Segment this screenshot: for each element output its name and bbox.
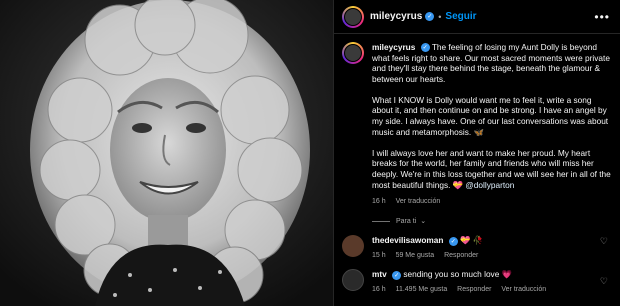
comment-likes[interactable]: 59 Me gusta [396, 252, 435, 259]
caption-paragraph-1: mileycyrus ✓ The feeling of losing my Au… [372, 42, 612, 84]
verified-badge-icon: ✓ [392, 270, 402, 280]
comment-likes[interactable]: 11.495 Me gusta [396, 286, 448, 293]
comment-time: 15 h [372, 252, 386, 260]
comment-item: thedevilisawoman ✓ 💝 🥀 15 h 59 Me gusta … [334, 235, 620, 259]
verified-badge-icon: ✓ [425, 12, 435, 21]
post-caption: mileycyrus ✓ The feeling of losing my Au… [334, 34, 620, 207]
author-username[interactable]: mileycyrus [370, 11, 422, 22]
comment-time: 16 h [372, 286, 386, 294]
instagram-post-view: mileycyrus ✓ • Seguir ••• mileycyrus ✓ T… [0, 0, 620, 306]
follow-button[interactable]: Seguir [445, 11, 476, 22]
comment-avatar[interactable] [342, 235, 364, 258]
verified-badge-icon: ✓ [448, 236, 458, 246]
caption-avatar[interactable] [342, 42, 364, 64]
caption-time: 16 h [372, 197, 386, 205]
author-avatar[interactable] [342, 5, 364, 28]
caption-paragraph-3: I will always love her and want to make … [372, 148, 612, 190]
like-heart-icon[interactable]: ♡ [600, 236, 608, 247]
caption-paragraph-2: What I KNOW is Dolly would want me to fe… [372, 94, 609, 137]
comments-filter-label[interactable]: Para ti [396, 218, 416, 225]
post-side-panel: mileycyrus ✓ • Seguir ••• mileycyrus ✓ T… [333, 0, 620, 306]
reply-button[interactable]: Responder [444, 252, 478, 259]
post-photo[interactable] [0, 0, 333, 306]
portrait-image [0, 0, 333, 306]
more-options-icon[interactable]: ••• [594, 10, 610, 24]
comment-username[interactable]: thedevilisawoman [372, 235, 443, 245]
comment-username[interactable]: mtv [372, 269, 387, 279]
chevron-down-icon[interactable]: ⌄ [420, 217, 426, 225]
mention-link[interactable]: @dollyparton [465, 180, 514, 190]
separator-dot: • [438, 11, 442, 22]
post-header: mileycyrus ✓ • Seguir ••• [334, 0, 620, 34]
comment-avatar[interactable] [342, 269, 364, 292]
see-translation-link[interactable]: Ver traducción [396, 198, 441, 205]
comment-item: mtv ✓ sending you so much love 💗 16 h 11… [334, 269, 620, 293]
comment-text: sending you so much love 💗 [403, 269, 512, 280]
comments-filter[interactable]: Para ti ⌄ [334, 217, 620, 225]
verified-badge-icon: ✓ [420, 43, 430, 53]
like-heart-icon[interactable]: ♡ [600, 276, 608, 287]
comment-text: 💝 🥀 [460, 235, 484, 246]
thread-line [372, 220, 390, 222]
caption-meta: 16 h Ver traducción [372, 197, 612, 208]
caption-username[interactable]: mileycyrus [372, 42, 415, 52]
reply-button[interactable]: Responder [457, 286, 491, 293]
see-translation-link[interactable]: Ver traducción [501, 286, 546, 293]
